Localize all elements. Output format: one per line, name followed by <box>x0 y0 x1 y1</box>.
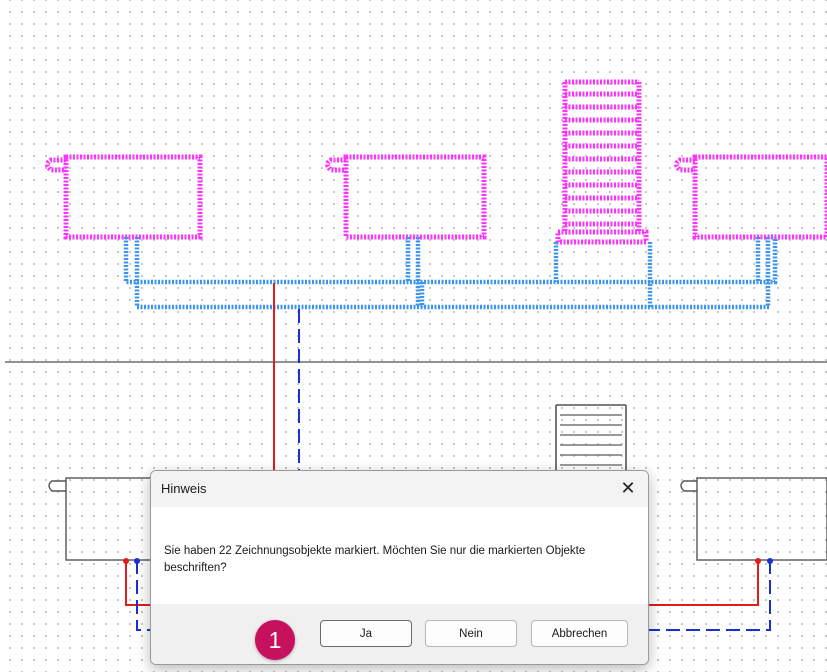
ja-button[interactable]: Ja <box>320 620 412 647</box>
selected-towel-radiator[interactable] <box>555 79 649 245</box>
lower-radiator-left[interactable] <box>48 477 155 561</box>
nein-button[interactable]: Nein <box>425 620 517 647</box>
dialog-titlebar[interactable]: Hinweis ✕ <box>151 471 648 507</box>
lower-towel-radiator[interactable] <box>555 404 627 470</box>
step-callout-badge: 1 <box>255 620 295 660</box>
close-icon: ✕ <box>620 477 636 498</box>
lower-radiator-right[interactable] <box>680 477 827 561</box>
dialog-footer: Ja Nein Abbrechen <box>151 604 648 664</box>
lower-pipes-right[interactable] <box>648 558 773 631</box>
selected-radiator-3[interactable] <box>674 154 827 240</box>
close-button[interactable]: ✕ <box>608 471 648 505</box>
abbrechen-button[interactable]: Abbrechen <box>531 620 628 647</box>
lower-pipes-left[interactable] <box>123 558 152 631</box>
dialog-body: Sie haben 22 Zeichnungsobjekte markiert.… <box>151 507 648 604</box>
selected-radiator-1[interactable] <box>45 154 203 240</box>
selected-radiator-2[interactable] <box>325 154 487 240</box>
selected-pipe-network[interactable] <box>123 237 778 310</box>
hinweis-dialog: Hinweis ✕ Sie haben 22 Zeichnungsobjekte… <box>150 470 649 665</box>
dialog-message: Sie haben 22 Zeichnungsobjekte markiert.… <box>164 545 586 574</box>
dialog-title: Hinweis <box>161 481 207 496</box>
